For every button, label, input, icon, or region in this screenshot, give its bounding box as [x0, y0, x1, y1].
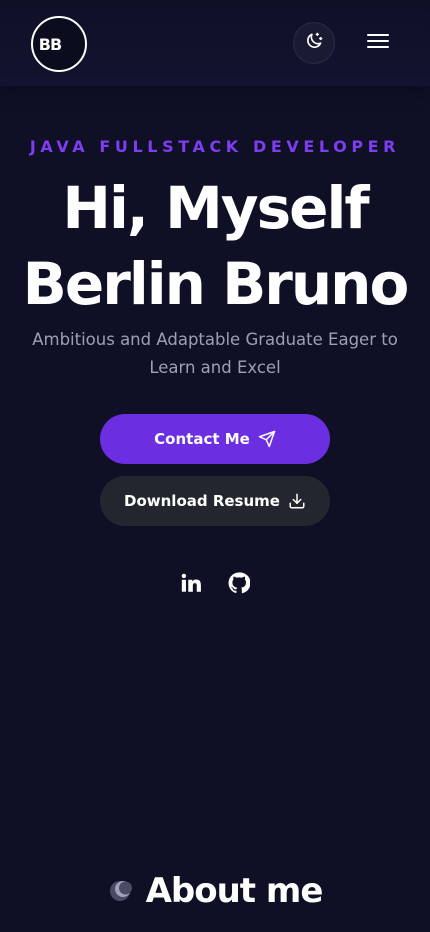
linkedin-link[interactable]: [180, 572, 202, 598]
moon-orb-icon: [108, 879, 132, 903]
tagline: Ambitious and Adaptable Graduate Eager t…: [32, 330, 398, 377]
github-link[interactable]: [228, 572, 251, 598]
role-subtitle: JAVA FULLSTACK DEVELOPER: [29, 137, 401, 156]
download-resume-button[interactable]: Download Resume: [100, 476, 330, 526]
send-icon: [258, 430, 276, 448]
hamburger-menu-icon: [367, 33, 389, 53]
hero-title-line-2: Berlin Bruno: [22, 250, 410, 318]
social-links: [0, 572, 430, 600]
linkedin-icon: [180, 572, 202, 598]
about-title: About me: [145, 871, 324, 911]
github-icon: [228, 572, 251, 598]
logo[interactable]: BB: [31, 16, 87, 72]
logo-text: BB: [38, 34, 62, 54]
contact-me-button[interactable]: Contact Me: [100, 414, 330, 464]
moon-stars-icon: [304, 31, 324, 55]
download-icon: [288, 492, 306, 510]
theme-toggle-button[interactable]: [293, 22, 335, 64]
contact-me-label: Contact Me: [154, 430, 250, 448]
hero-title-line-1: Hi, Myself: [62, 174, 369, 242]
top-nav: BB: [0, 0, 430, 86]
hero-title: Hi, Myself Berlin Bruno: [0, 170, 430, 322]
about-section-heading: About me: [0, 866, 430, 916]
download-resume-label: Download Resume: [124, 492, 280, 510]
menu-button[interactable]: [364, 30, 392, 56]
